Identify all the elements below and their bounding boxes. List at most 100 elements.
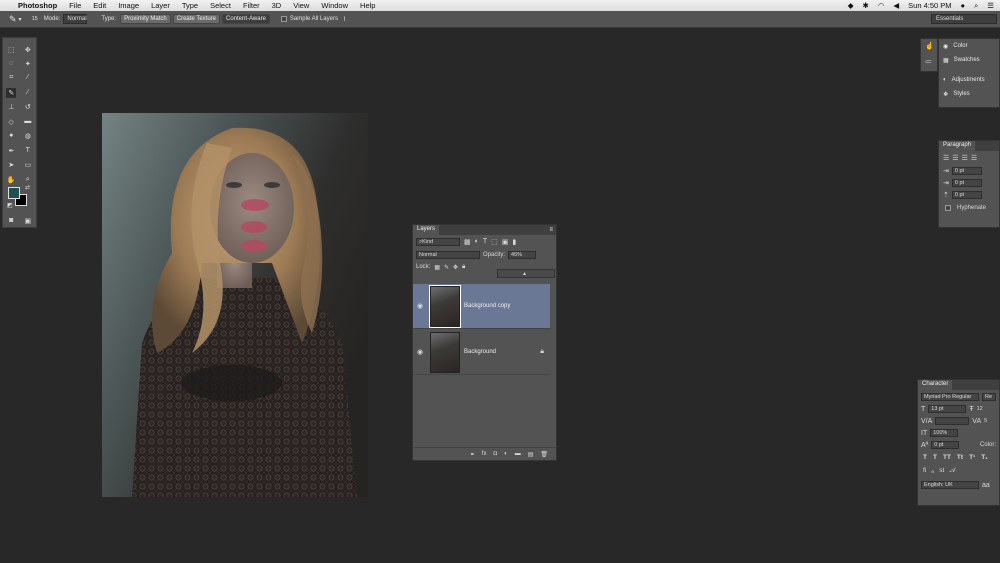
opacity-slider-thumb[interactable]: ▲ — [522, 271, 527, 277]
menu-window[interactable]: Window — [315, 1, 354, 10]
filter-toggle-icon[interactable]: ▮ — [512, 238, 516, 246]
layer-row-background-copy[interactable]: ◉ Background copy — [413, 284, 550, 329]
lock-transparency-icon[interactable]: ▦ — [434, 264, 440, 271]
move-tool-icon[interactable]: ✥ — [23, 45, 33, 55]
eyedropper-icon[interactable]: ⁄ — [23, 73, 33, 83]
list-icon[interactable]: ☰ — [987, 1, 994, 10]
type-tool-icon[interactable]: T — [23, 146, 33, 156]
gradient-tool-icon[interactable]: ▬ — [23, 117, 33, 127]
filter-adjustment-icon[interactable]: ◐ — [475, 238, 479, 245]
blur-tool-icon[interactable]: ● — [6, 131, 16, 141]
menu-photoshop[interactable]: Photoshop — [12, 1, 63, 10]
lock-pixels-icon[interactable]: ✎ — [444, 264, 449, 271]
indent-left-field[interactable]: 0 pt — [951, 167, 982, 175]
character-tab[interactable]: Character — [918, 380, 953, 390]
crop-tool-icon[interactable]: ⌗ — [6, 73, 16, 83]
marquee-tool-icon[interactable]: ⬚ — [6, 45, 16, 55]
document-canvas[interactable] — [102, 113, 368, 497]
hand-tool-icon[interactable]: ✋ — [6, 175, 16, 185]
visibility-eye-icon[interactable]: ◉ — [413, 302, 427, 310]
opentype-icon[interactable]: ℴ — [931, 467, 934, 475]
menu-help[interactable]: Help — [354, 1, 381, 10]
align-left-icon[interactable]: ☰ — [943, 154, 949, 162]
pressure-icon[interactable]: ⌇ — [343, 16, 346, 23]
menu-layer[interactable]: Layer — [145, 1, 176, 10]
menu-edit[interactable]: Edit — [87, 1, 112, 10]
dodge-tool-icon[interactable]: ◍ — [23, 131, 33, 141]
swap-colors-icon[interactable]: ⇄ — [25, 184, 30, 191]
add-mask-icon[interactable]: ◘ — [493, 451, 497, 457]
bluetooth-icon[interactable]: ✱ — [863, 1, 869, 10]
font-style-select[interactable]: Re — [982, 393, 996, 401]
visibility-eye-icon[interactable]: ◉ — [413, 348, 427, 356]
faux-bold-icon[interactable]: T — [923, 454, 927, 461]
menu-type[interactable]: Type — [176, 1, 204, 10]
link-layers-icon[interactable]: ⚭ — [470, 451, 475, 458]
eraser-icon[interactable]: ◇ — [6, 117, 16, 127]
blend-mode-select[interactable]: Normal — [416, 250, 480, 259]
content-aware-button[interactable]: Content-Aware — [222, 14, 270, 24]
indent-first-field[interactable]: 0 pt — [951, 179, 982, 187]
kerning-field[interactable] — [935, 417, 970, 425]
subscript-icon[interactable]: T₁ — [981, 454, 988, 461]
menu-view[interactable]: View — [287, 1, 315, 10]
swash-icon[interactable]: 𝒜 — [949, 467, 955, 475]
quick-mask-icon[interactable]: ◙ — [6, 216, 16, 226]
faux-italic-icon[interactable]: T — [933, 454, 937, 461]
tracking-field[interactable]: 5 — [984, 418, 987, 424]
filter-smart-object-icon[interactable]: ▣ — [502, 238, 509, 246]
pen-tool-icon[interactable]: ✒ — [6, 146, 16, 156]
zoom-tool-icon[interactable]: ⌕ — [23, 175, 33, 185]
panel-menu-icon[interactable]: ≡ — [549, 227, 553, 233]
new-layer-icon[interactable]: ▤ — [528, 451, 534, 458]
mode-select[interactable]: Normal — [63, 14, 88, 24]
layers-tab[interactable]: Layers — [413, 225, 440, 235]
properties-icon[interactable]: ≔ — [925, 58, 932, 66]
clone-stamp-icon[interactable]: ⊥ — [6, 102, 16, 112]
clock[interactable]: Sun 4:50 PM — [908, 1, 951, 10]
brush-size[interactable]: 15 — [32, 16, 38, 22]
small-caps-icon[interactable]: Tt — [957, 454, 963, 461]
filter-type-icon[interactable]: T — [483, 238, 487, 245]
healing-brush-tool-icon[interactable]: ✎ — [6, 87, 17, 98]
adjustments-panel-button[interactable]: ◐ Adjustments — [939, 73, 999, 87]
filter-shape-icon[interactable]: ⬚ — [491, 238, 498, 246]
user-icon[interactable]: ● — [961, 1, 966, 10]
workspace-select[interactable]: Essentials — [931, 14, 997, 24]
menu-filter[interactable]: Filter — [237, 1, 266, 10]
adjustment-layer-icon[interactable]: ◐ — [504, 451, 508, 457]
styles-panel-button[interactable]: ❖ Styles — [939, 87, 999, 101]
antialias-icon[interactable]: aa — [982, 482, 990, 489]
sample-all-layers-checkbox[interactable] — [280, 16, 287, 22]
wifi-icon[interactable]: ◠ — [878, 1, 885, 10]
superscript-icon[interactable]: T¹ — [969, 454, 975, 461]
vertical-scale-field[interactable]: 100% — [930, 429, 959, 437]
search-icon[interactable]: ⌕ — [974, 1, 978, 11]
opacity-slider[interactable]: ▲ — [497, 269, 555, 278]
menu-3d[interactable]: 3D — [266, 1, 288, 10]
tool-preset-dropdown-icon[interactable]: ▾ — [19, 16, 22, 23]
volume-icon[interactable]: ◀ — [893, 1, 899, 10]
leading-field[interactable]: 12 — [977, 406, 983, 412]
layer-filter-select[interactable]: ⌕ Kind — [416, 237, 460, 246]
language-select[interactable]: English: UK — [921, 481, 979, 489]
align-right-icon[interactable]: ☰ — [962, 154, 968, 162]
proximity-match-button[interactable]: Proximity Match — [120, 14, 171, 24]
menu-select[interactable]: Select — [204, 1, 237, 10]
history-icon[interactable]: ☝ — [925, 42, 934, 50]
color-panel-button[interactable]: ◉ Color — [939, 39, 999, 53]
font-family-select[interactable]: Myriad Pro Regular — [921, 393, 979, 401]
lock-all-icon[interactable]: 🔒︎ — [462, 264, 465, 271]
fx-icon[interactable]: fx — [482, 451, 487, 457]
create-texture-button[interactable]: Create Texture — [172, 14, 220, 24]
layer-row-background[interactable]: ◉ Background 🔒︎ — [413, 330, 550, 375]
screen-mode-icon[interactable]: ▣ — [23, 216, 33, 226]
rectangle-tool-icon[interactable]: ▭ — [23, 160, 33, 170]
justify-icon[interactable]: ☰ — [971, 154, 977, 162]
baseline-shift-field[interactable]: 0 pt — [931, 441, 960, 449]
ligatures-icon[interactable]: fi — [923, 467, 926, 475]
align-center-icon[interactable]: ☰ — [952, 154, 958, 162]
stylistic-icon[interactable]: st — [939, 467, 944, 475]
path-selection-icon[interactable]: ➤ — [6, 160, 16, 170]
lock-position-icon[interactable]: ✥ — [453, 264, 458, 271]
